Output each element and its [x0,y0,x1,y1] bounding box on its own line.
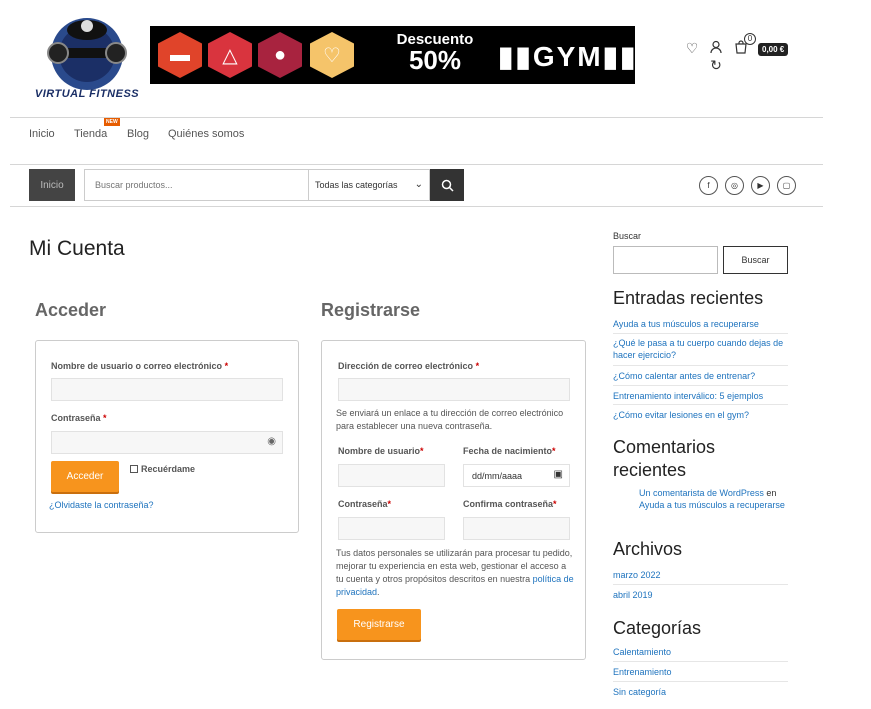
categories-title: Categorías [613,618,702,638]
sidebar-search-button[interactable]: Buscar [723,246,788,274]
discount-text: Descuento 50% [390,32,480,73]
password-label: Contraseña * [51,413,107,423]
comment-author-link[interactable]: Un comentarista de WordPress [639,488,764,498]
confirm-password-input[interactable] [463,517,570,540]
remember-label: Recuérdame [141,464,196,474]
username-label: Nombre de usuario o correo electrónico * [51,361,229,371]
product-search-input[interactable] [84,169,309,201]
archives-title: Archivos [613,539,683,559]
apple-icon: ● [258,32,302,78]
calendar-icon[interactable]: ▣ [554,469,563,480]
home-button[interactable]: Inicio [29,169,75,201]
category-select-value: Todas las categorías [315,180,398,190]
register-button[interactable]: Registrarse [337,609,421,640]
nav-item-inicio[interactable]: Inicio [29,128,55,140]
reg-username-label: Nombre de usuario* [338,446,424,456]
privacy-text: Tus datos personales se utilizarán para … [336,548,574,597]
recent-posts-title: Entradas recientes [613,288,764,308]
search-icon [441,179,454,192]
wishlist-heart-icon[interactable]: ♡ [684,40,700,56]
register-title: Registrarse [321,300,421,320]
eye-icon[interactable]: ◉ [267,436,276,447]
page-title: Mi Cuenta [29,237,125,260]
comment-post-link[interactable]: Ayuda a tus músculos a recuperarse [639,500,785,510]
divider [613,404,788,405]
recent-post-link[interactable]: ¿Cómo calentar antes de entrenar? [613,370,788,382]
nav-item-quienes-somos[interactable]: Quiénes somos [168,128,244,140]
shoe-icon: △ [208,32,252,78]
user-icon[interactable] [708,40,724,56]
recent-comments-title: Comentarios recientes [613,437,716,480]
recent-post-link[interactable]: ¿Cómo evitar lesiones en el gym? [613,409,788,421]
category-link[interactable]: Entrenamiento [613,666,788,678]
archive-link[interactable]: abril 2019 [613,589,788,601]
remember-checkbox[interactable] [130,465,138,473]
recent-post-link[interactable]: ¿Qué le pasa a tu cuerpo cuando dejas de… [613,337,788,361]
reg-password-label: Contraseña* [338,499,392,509]
gym-text: ▮▮GYM▮▮ [498,40,637,73]
recent-post-link[interactable]: Ayuda a tus músculos a recuperarse [613,318,788,330]
category-link[interactable]: Sin categoría [613,686,788,698]
confirm-password-label: Confirma contraseña* [463,499,557,509]
divider [613,365,788,366]
chevron-down-icon: ⌄ [414,179,423,190]
dumbbell-left-icon: ▮▮ [498,41,533,72]
divider [10,117,823,118]
reg-username-input[interactable] [338,464,445,487]
instagram-icon[interactable]: ◎ [725,176,744,195]
password-input[interactable]: ◉ [51,431,283,454]
promo-banner[interactable]: ▬ △ ● ♡ Descuento 50% ▮▮GYM▮▮ [150,26,635,84]
nav-item-blog[interactable]: Blog [127,128,149,140]
shop-bag-icon[interactable]: ▢ [777,176,796,195]
login-button[interactable]: Acceder [51,461,119,492]
divider [10,206,823,207]
search-submit-button[interactable] [430,169,464,201]
login-title: Acceder [35,300,107,320]
sidebar-search-input[interactable] [613,246,718,274]
new-badge: NEW [104,118,120,126]
recent-comment: Un comentarista de WordPress en Ayuda a … [639,488,785,510]
birthdate-placeholder: dd/mm/aaaa [472,471,523,481]
nav-item-tienda[interactable]: Tienda [74,128,107,140]
divider [613,661,788,662]
logo-graphic [47,18,127,90]
birthdate-input[interactable]: dd/mm/aaaa ▣ [463,464,570,487]
divider [613,584,788,585]
cart-total[interactable]: 0,00 € [758,43,789,56]
sidebar-search-label: Buscar [613,231,642,241]
cart-count-badge: 0 [744,33,756,45]
email-input[interactable] [338,378,570,401]
youtube-icon[interactable]: ▶ [751,176,770,195]
facebook-icon[interactable]: f [699,176,718,195]
dumbbell-icon: ▬ [158,32,202,78]
gym-label: GYM [532,41,603,72]
category-select[interactable]: Todas las categorías ⌄ [308,169,430,201]
reg-password-input[interactable] [338,517,445,540]
archive-link[interactable]: marzo 2022 [613,569,788,581]
dumbbell-right-icon: ▮▮ [602,41,638,72]
heart-icon: ♡ [310,32,354,78]
birthdate-label: Fecha de nacimiento* [463,446,556,456]
divider [613,385,788,386]
login-form: Nombre de usuario o correo electrónico *… [35,340,299,533]
divider [613,681,788,682]
discount-value: 50% [408,45,462,75]
compare-refresh-icon[interactable]: ↻ [708,57,724,73]
username-input[interactable] [51,378,283,401]
divider [613,333,788,334]
register-form: Dirección de correo electrónico * Se env… [321,340,586,660]
recent-post-link[interactable]: Entrenamiento interválico: 5 ejemplos [613,390,788,402]
email-note: Se enviará un enlace a tu dirección de c… [336,408,564,431]
forgot-password-link[interactable]: ¿Olvidaste la contraseña? [49,499,154,512]
category-link[interactable]: Calentamiento [613,646,788,658]
divider [10,164,823,165]
email-label: Dirección de correo electrónico * [338,361,480,371]
logo-text: VIRTUAL FITNESS [34,88,140,100]
